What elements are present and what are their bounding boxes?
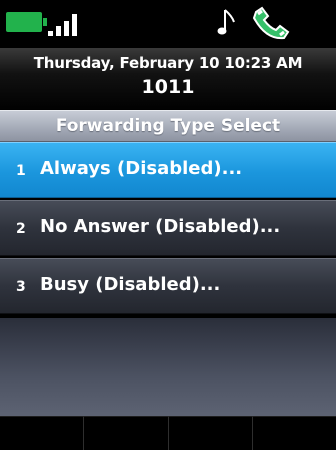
- menu-item-busy[interactable]: 3 Busy (Disabled)...: [0, 258, 336, 314]
- date-time: Thursday, February 10 10:23 AM: [33, 54, 303, 72]
- music-note-icon: [217, 9, 235, 35]
- extension-number: 1011: [141, 76, 195, 98]
- handset-icon: [252, 6, 290, 40]
- battery-icon: [6, 12, 47, 32]
- menu-item-label: Busy (Disabled)...: [40, 274, 221, 295]
- screen-title: Forwarding Type Select: [0, 110, 336, 142]
- menu-item-no-answer[interactable]: 2 No Answer (Disabled)...: [0, 200, 336, 256]
- menu-item-label: No Answer (Disabled)...: [40, 216, 281, 237]
- header: Thursday, February 10 10:23 AM 1011: [0, 48, 336, 112]
- empty-list-area: [0, 318, 336, 416]
- softkey-4[interactable]: [252, 416, 336, 450]
- menu-item-label: Always (Disabled)...: [40, 158, 243, 179]
- softkey-2[interactable]: [84, 416, 169, 450]
- menu-item-number: 2: [16, 221, 26, 237]
- softkey-3[interactable]: [168, 416, 253, 450]
- softkey-1[interactable]: [0, 416, 85, 450]
- menu-item-always[interactable]: 1 Always (Disabled)...: [0, 142, 336, 198]
- signal-bars-icon: [48, 14, 82, 36]
- menu-item-number: 3: [16, 279, 26, 295]
- softkey-bar: [0, 416, 336, 450]
- menu-item-number: 1: [16, 163, 26, 179]
- status-bar: [0, 0, 336, 46]
